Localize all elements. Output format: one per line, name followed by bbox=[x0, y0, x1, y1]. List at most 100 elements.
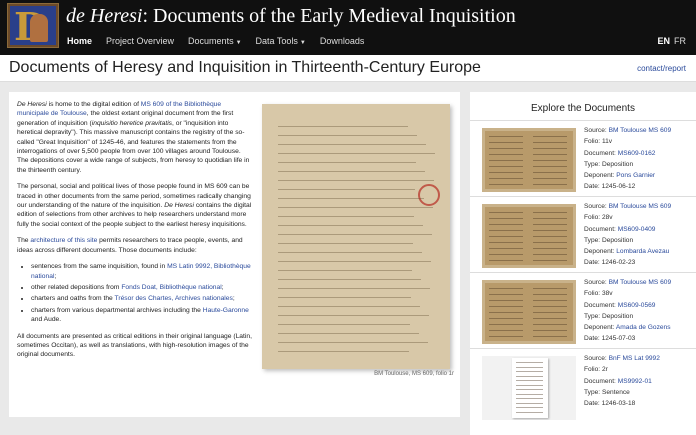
document-link[interactable]: MS609-0162 bbox=[618, 150, 656, 157]
deponent-link[interactable]: Lombarda Avezau bbox=[616, 248, 669, 255]
thumbnail-text-line bbox=[489, 160, 523, 161]
site-logo[interactable]: D bbox=[7, 3, 59, 48]
manuscript-text-line bbox=[278, 126, 408, 127]
thumbnail-text-line bbox=[533, 212, 567, 213]
document-thumbnail[interactable] bbox=[482, 128, 576, 192]
thumbnail-text-line bbox=[516, 371, 543, 372]
manuscript-text-line bbox=[278, 297, 411, 298]
meta-deponent: Deponent: Amada de Gozens bbox=[584, 322, 671, 333]
thumbnail-text-line bbox=[533, 172, 567, 173]
label: Document: bbox=[584, 149, 618, 157]
nav-home[interactable]: Home bbox=[60, 33, 99, 53]
thumbnail-text-line bbox=[489, 294, 523, 295]
thumbnail-text-line bbox=[489, 306, 523, 307]
source-link[interactable]: BM Toulouse MS 609 bbox=[609, 203, 672, 210]
thumbnail-text-line bbox=[533, 218, 567, 219]
thumbnail-text-line bbox=[533, 230, 567, 231]
document-thumbnail[interactable] bbox=[482, 204, 576, 268]
language-switcher: EN FR bbox=[657, 36, 686, 46]
nav-project-overview[interactable]: Project Overview bbox=[99, 33, 181, 53]
intro-panel: De Heresi is home to the digital edition… bbox=[9, 92, 460, 417]
deponent-link[interactable]: Amada de Gozens bbox=[616, 324, 671, 331]
fonds-doat-link[interactable]: Fonds Doat, Bibliothèque national bbox=[121, 284, 221, 291]
nav-downloads[interactable]: Downloads bbox=[313, 33, 372, 53]
manuscript-text-line bbox=[278, 198, 424, 199]
source-link[interactable]: BnF MS Lat 9992 bbox=[609, 355, 660, 362]
nav-data-tools[interactable]: Data Tools ▼ bbox=[249, 33, 313, 53]
intro-paragraph-1: De Heresi is home to the digital edition… bbox=[17, 100, 253, 175]
document-card[interactable]: Source: BM Toulouse MS 609 Folio: 28v Do… bbox=[470, 196, 696, 270]
meta-type: Type: Deposition bbox=[584, 312, 634, 320]
document-card[interactable]: Source: BM Toulouse MS 609 Folio: 11v Do… bbox=[470, 120, 696, 194]
contact-report-link[interactable]: contact/report bbox=[637, 64, 686, 73]
document-meta: Source: BnF MS Lat 9992 Folio: 2r Docume… bbox=[584, 353, 660, 409]
text: is home to the digital edition of bbox=[46, 101, 141, 108]
list-item: charters and oaths from the Trésor des C… bbox=[31, 294, 253, 303]
lang-en[interactable]: EN bbox=[657, 36, 670, 46]
meta-date: Date: 1246-03-18 bbox=[584, 400, 636, 408]
text: charters and oaths from the bbox=[31, 295, 115, 303]
thumbnail-text-line bbox=[516, 362, 543, 363]
thumbnail-text-line bbox=[489, 248, 523, 249]
document-link[interactable]: MS609-0569 bbox=[618, 302, 656, 309]
site-title[interactable]: de Heresi: Documents of the Early Mediev… bbox=[66, 5, 516, 28]
manuscript-text-line bbox=[278, 324, 410, 325]
label: Document: bbox=[584, 377, 618, 385]
nav-documents[interactable]: Documents ▼ bbox=[181, 33, 248, 53]
thumbnail-text-line bbox=[516, 384, 543, 386]
document-meta: Source: BM Toulouse MS 609 Folio: 28v Do… bbox=[584, 201, 671, 269]
document-meta: Source: BM Toulouse MS 609 Folio: 38v Do… bbox=[584, 277, 671, 345]
thumbnail-text-line bbox=[489, 254, 523, 255]
document-link[interactable]: MS9992-01 bbox=[618, 378, 652, 385]
document-thumbnail[interactable] bbox=[482, 280, 576, 344]
source-link[interactable]: BM Toulouse MS 609 bbox=[609, 279, 672, 286]
meta-deponent: Deponent: Pons Garnier bbox=[584, 170, 671, 181]
text: and Aude. bbox=[31, 316, 62, 324]
haute-garonne-link[interactable]: Haute-Garonne bbox=[203, 307, 249, 314]
thumbnail-text-line bbox=[533, 242, 567, 243]
text: ; bbox=[54, 272, 57, 280]
architecture-link[interactable]: architecture of this site bbox=[30, 237, 97, 244]
manuscript-text-line bbox=[278, 234, 432, 235]
manuscript-text-line bbox=[278, 144, 426, 145]
text: The bbox=[17, 237, 31, 245]
thumbnail-text-line bbox=[489, 330, 523, 331]
meta-source: Source: BM Toulouse MS 609 bbox=[584, 125, 671, 136]
thumbnail-text-line bbox=[533, 160, 567, 161]
document-card[interactable]: Source: BnF MS Lat 9992 Folio: 2r Docume… bbox=[470, 348, 696, 422]
meta-folio: Folio: 38v bbox=[584, 290, 613, 298]
meta-folio: Folio: 11v bbox=[584, 138, 613, 146]
deponent-link[interactable]: Pons Garnier bbox=[616, 172, 655, 179]
document-card[interactable]: Source: BM Toulouse MS 609 Folio: 38v Do… bbox=[470, 272, 696, 346]
thumbnail-text-line bbox=[533, 312, 567, 313]
document-thumbnail[interactable] bbox=[482, 356, 576, 420]
document-link[interactable]: MS609-0409 bbox=[618, 226, 656, 233]
thumbnail-text-line bbox=[489, 136, 523, 137]
thumbnail-text-line bbox=[489, 224, 523, 225]
thumbnail-text-line bbox=[533, 154, 567, 155]
manuscript-text-line bbox=[278, 189, 415, 190]
thumbnail-text-line bbox=[516, 393, 543, 395]
text: ; bbox=[221, 283, 224, 291]
explore-title: Explore the Documents bbox=[531, 103, 635, 114]
manuscript-image[interactable] bbox=[262, 104, 450, 369]
thumbnail-text-line bbox=[516, 375, 543, 377]
manuscript-text-line bbox=[278, 252, 422, 253]
label: Source: bbox=[584, 355, 609, 362]
thumbnail-text-line bbox=[533, 336, 567, 337]
thumbnail-text-line bbox=[533, 260, 567, 261]
lang-fr[interactable]: FR bbox=[674, 36, 686, 46]
thumbnail-text-line bbox=[489, 218, 523, 219]
site-title-rest: : Documents of the Early Medieval Inquis… bbox=[142, 5, 516, 27]
tresor-des-chartes-link[interactable]: Trésor des Chartes, Archives nationales bbox=[115, 295, 233, 302]
label: Source: bbox=[584, 203, 609, 210]
manuscript-text-line bbox=[278, 270, 412, 271]
manuscript-text-line bbox=[278, 333, 419, 334]
source-link[interactable]: BM Toulouse MS 609 bbox=[609, 127, 672, 134]
manuscript-text-line bbox=[278, 306, 420, 307]
label: Source: bbox=[584, 279, 609, 286]
thumbnail-text-line bbox=[533, 184, 567, 185]
caret-down-icon: ▼ bbox=[235, 40, 242, 46]
thumbnail-text-line bbox=[516, 380, 543, 381]
meta-type: Type: Sentence bbox=[584, 388, 630, 396]
